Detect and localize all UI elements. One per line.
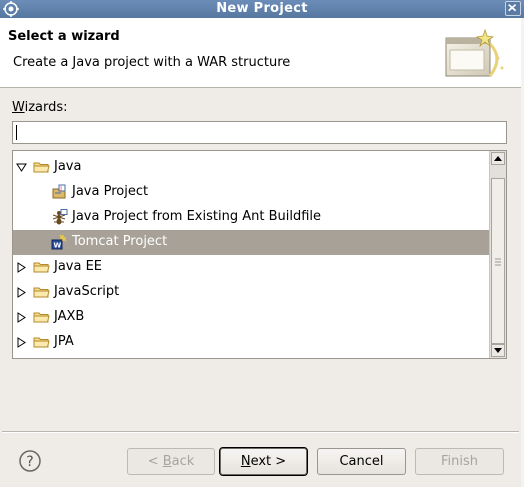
wizards-label: Wizards: <box>12 100 68 115</box>
close-icon <box>508 3 517 12</box>
next-button[interactable]: Next > <box>219 447 308 476</box>
arrow-up-icon <box>494 156 502 161</box>
new-wizard-banner-icon <box>445 28 504 77</box>
chevron-down-icon[interactable] <box>16 162 27 173</box>
tree-item-jpa[interactable]: JPA <box>13 330 490 355</box>
tree-item-javascript[interactable]: JavaScript <box>13 280 490 305</box>
tree-item-java[interactable]: Java <box>13 155 490 180</box>
java-project-icon: J <box>52 184 66 199</box>
chevron-right-icon[interactable] <box>16 312 27 323</box>
wizard-header: Select a wizard Create a Java project wi… <box>0 18 521 88</box>
finish-button[interactable]: Finish <box>415 448 504 475</box>
folder-icon <box>33 287 50 298</box>
svg-text:W: W <box>54 242 62 250</box>
tree-item-java-project-ant[interactable]: Java Project from Existing Ant Buildfile <box>13 205 490 230</box>
tree-item-label: JAXB <box>54 309 85 324</box>
chevron-right-icon[interactable] <box>16 262 27 273</box>
tree-item-java-project[interactable]: J Java Project <box>13 180 490 205</box>
folder-icon <box>33 312 50 323</box>
tree-item-label: JavaScript <box>54 284 120 299</box>
grip-icon <box>495 258 501 266</box>
header-title: Select a wizard <box>8 29 120 44</box>
tree-item-jaxb[interactable]: JAXB <box>13 305 490 330</box>
tree-vertical-scrollbar[interactable] <box>489 151 506 358</box>
tree-item-label: Tomcat Project <box>72 234 168 249</box>
tree-item-label: JPA <box>54 334 74 349</box>
button-bar-separator <box>2 431 519 433</box>
title-bar[interactable]: New Project <box>0 0 524 18</box>
tree-item-label: Java Project from Existing Ant Buildfile <box>72 209 322 224</box>
tree-item-java-ee[interactable]: Java EE <box>13 255 490 280</box>
scroll-thumb[interactable] <box>491 178 505 344</box>
wizard-tree[interactable]: Java J Java Project Java Project from Ex… <box>12 150 507 359</box>
folder-icon <box>33 162 50 173</box>
folder-icon <box>33 337 50 348</box>
svg-text:?: ? <box>26 454 33 470</box>
scroll-up-button[interactable] <box>491 152 505 165</box>
text-caret <box>16 125 17 140</box>
new-project-dialog: New Project Select a wizard Create a Jav… <box>0 0 524 487</box>
ant-icon <box>52 209 68 225</box>
scroll-down-button[interactable] <box>491 344 505 357</box>
svg-text:J: J <box>59 186 62 192</box>
back-button[interactable]: < Back <box>127 448 215 475</box>
wizard-filter-input[interactable] <box>12 121 507 144</box>
help-icon[interactable]: ? <box>18 449 42 473</box>
header-description: Create a Java project with a WAR structu… <box>13 55 291 70</box>
tree-item-label: Java Project <box>72 184 149 199</box>
cancel-button[interactable]: Cancel <box>317 448 406 475</box>
tree-item-tomcat-project[interactable]: W Tomcat Project <box>13 230 490 255</box>
window-title: New Project <box>216 1 308 16</box>
tree-item-label: Java EE <box>54 259 103 274</box>
tomcat-icon: W <box>51 234 67 250</box>
chevron-right-icon[interactable] <box>16 337 27 348</box>
arrow-down-icon <box>494 348 502 353</box>
close-button[interactable] <box>505 1 521 16</box>
chevron-right-icon[interactable] <box>16 287 27 298</box>
tree-item-label: Java <box>54 159 82 174</box>
folder-icon <box>33 262 50 273</box>
